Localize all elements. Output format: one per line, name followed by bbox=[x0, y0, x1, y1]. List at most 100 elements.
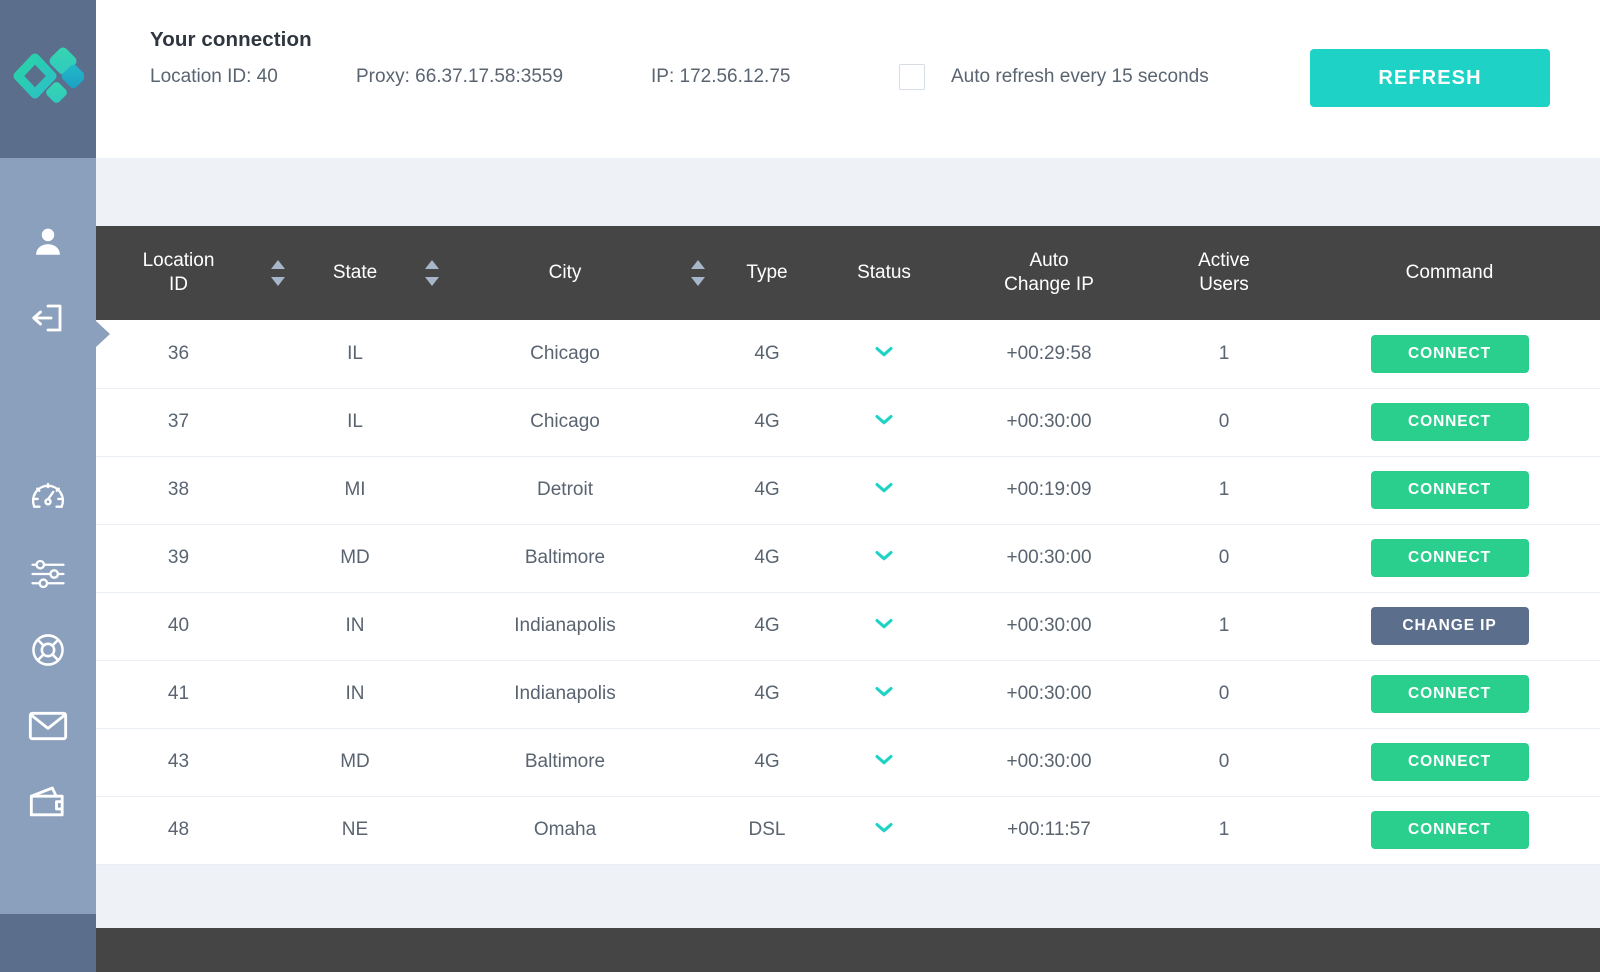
table-header: Location ID State City Type Status Auto … bbox=[96, 226, 1600, 320]
cell-location-id: 48 bbox=[96, 796, 261, 865]
cell-status bbox=[819, 388, 949, 457]
cell-type: 4G bbox=[715, 728, 819, 797]
cell-city: Indianapolis bbox=[449, 660, 681, 729]
connect-button[interactable]: CONNECT bbox=[1370, 471, 1529, 509]
sidebar-footer bbox=[0, 914, 96, 972]
proxy-value: Proxy: 66.37.17.58:3559 bbox=[356, 66, 564, 87]
cell-type: 4G bbox=[715, 388, 819, 457]
cell-state: MD bbox=[295, 524, 415, 593]
column-header-status[interactable]: Status bbox=[819, 226, 949, 320]
column-header-auto-change-ip[interactable]: Auto Change IP bbox=[949, 226, 1149, 320]
cell-status bbox=[819, 456, 949, 525]
cell-status bbox=[819, 320, 949, 389]
table-top-spacer bbox=[96, 158, 1600, 226]
cell-command: CONNECT bbox=[1299, 456, 1600, 525]
connect-button[interactable]: CONNECT bbox=[1370, 403, 1529, 441]
table-row[interactable]: 38 MI Detroit 4G +00:19:09 1 CONNECT bbox=[96, 456, 1600, 525]
sort-control-city[interactable] bbox=[681, 226, 715, 320]
cell-city: Baltimore bbox=[449, 728, 681, 797]
cell-spacer bbox=[415, 796, 449, 865]
column-header-state[interactable]: State bbox=[295, 226, 415, 320]
cell-spacer bbox=[681, 592, 715, 661]
cell-status bbox=[819, 524, 949, 593]
sort-asc-icon[interactable] bbox=[425, 260, 439, 269]
table-row[interactable]: 39 MD Baltimore 4G +00:30:00 0 CONNECT bbox=[96, 524, 1600, 593]
sort-control-location-id[interactable] bbox=[261, 226, 295, 320]
sort-desc-icon[interactable] bbox=[271, 277, 285, 286]
status-check-icon bbox=[875, 754, 893, 765]
table-row[interactable]: 40 IN Indianapolis 4G +00:30:00 1 CHANGE IP bbox=[96, 592, 1600, 661]
change-ip-button[interactable]: CHANGE IP bbox=[1370, 607, 1529, 645]
auto-refresh-group: Auto refresh every 15 seconds bbox=[899, 64, 1209, 90]
cell-command: CONNECT bbox=[1299, 524, 1600, 593]
cell-command: CONNECT bbox=[1299, 796, 1600, 865]
connect-button[interactable]: CONNECT bbox=[1370, 743, 1529, 781]
column-header-city[interactable]: City bbox=[449, 226, 681, 320]
column-header-active-users[interactable]: Active Users bbox=[1149, 226, 1299, 320]
sort-control-state[interactable] bbox=[415, 226, 449, 320]
cell-spacer bbox=[415, 524, 449, 593]
cell-spacer bbox=[415, 388, 449, 457]
locations-table: Location ID State City Type Status Auto … bbox=[96, 226, 1600, 865]
app-root: Your connection Location ID: 40 Proxy: 6… bbox=[0, 0, 1600, 972]
footer-bar bbox=[96, 928, 1600, 972]
refresh-button[interactable]: REFRESH bbox=[1310, 49, 1550, 107]
cell-spacer bbox=[261, 388, 295, 457]
sort-desc-icon[interactable] bbox=[691, 277, 705, 286]
connect-button[interactable]: CONNECT bbox=[1370, 539, 1529, 577]
cell-spacer bbox=[681, 456, 715, 525]
cell-city: Detroit bbox=[449, 456, 681, 525]
cell-auto-change-ip: +00:11:57 bbox=[949, 796, 1149, 865]
sidebar-item-logout[interactable] bbox=[0, 280, 96, 356]
cell-location-id: 43 bbox=[96, 728, 261, 797]
column-header-auto-line2: Change IP bbox=[1004, 274, 1094, 295]
cell-spacer bbox=[415, 660, 449, 729]
sort-arrows-location-id[interactable] bbox=[261, 260, 295, 286]
main-content: Your connection Location ID: 40 Proxy: 6… bbox=[96, 0, 1600, 972]
cell-status bbox=[819, 728, 949, 797]
sort-arrows-state[interactable] bbox=[415, 260, 449, 286]
sidebar-item-account[interactable] bbox=[0, 204, 96, 280]
logout-icon bbox=[32, 304, 62, 332]
sidebar-group-secondary bbox=[0, 460, 96, 840]
column-header-location-id[interactable]: Location ID bbox=[96, 226, 261, 320]
connect-button[interactable]: CONNECT bbox=[1370, 811, 1529, 849]
table-row[interactable]: 48 NE Omaha DSL +00:11:57 1 CONNECT bbox=[96, 796, 1600, 865]
auto-refresh-checkbox[interactable] bbox=[899, 64, 925, 90]
sort-asc-icon[interactable] bbox=[691, 260, 705, 269]
connect-button[interactable]: CONNECT bbox=[1370, 334, 1529, 373]
cell-spacer bbox=[261, 796, 295, 865]
connection-header: Your connection Location ID: 40 Proxy: 6… bbox=[96, 0, 1600, 158]
sidebar-item-billing[interactable] bbox=[0, 764, 96, 840]
cell-state: MD bbox=[295, 728, 415, 797]
table-row[interactable]: 41 IN Indianapolis 4G +00:30:00 0 CONNECT bbox=[96, 660, 1600, 729]
cell-location-id: 39 bbox=[96, 524, 261, 593]
table-row[interactable]: 37 IL Chicago 4G +00:30:00 0 CONNECT bbox=[96, 388, 1600, 457]
cell-active-users: 0 bbox=[1149, 388, 1299, 457]
logo-container[interactable] bbox=[0, 0, 96, 158]
column-header-location-id-line2: ID bbox=[169, 274, 188, 295]
cell-active-users: 1 bbox=[1149, 796, 1299, 865]
sort-asc-icon[interactable] bbox=[271, 260, 285, 269]
sidebar-item-dashboard[interactable] bbox=[0, 460, 96, 536]
connect-button[interactable]: CONNECT bbox=[1370, 675, 1529, 713]
auto-refresh-label: Auto refresh every 15 seconds bbox=[951, 66, 1209, 87]
sidebar-item-support[interactable] bbox=[0, 612, 96, 688]
cell-active-users: 1 bbox=[1149, 592, 1299, 661]
status-check-icon bbox=[875, 618, 893, 629]
table-row[interactable]: 43 MD Baltimore 4G +00:30:00 0 CONNECT bbox=[96, 728, 1600, 797]
sidebar-item-settings[interactable] bbox=[0, 536, 96, 612]
cell-command: CHANGE IP bbox=[1299, 592, 1600, 661]
cell-spacer bbox=[681, 796, 715, 865]
sidebar-item-mail[interactable] bbox=[0, 688, 96, 764]
table-row[interactable]: 36 IL Chicago 4G +00:29:58 1 CONNECT bbox=[96, 320, 1600, 389]
column-header-location-id-line1: Location bbox=[142, 250, 215, 272]
column-header-command[interactable]: Command bbox=[1299, 226, 1600, 320]
cell-spacer bbox=[261, 592, 295, 661]
cell-location-id: 38 bbox=[96, 456, 261, 525]
sort-arrows-city[interactable] bbox=[681, 260, 715, 286]
cell-location-id: 37 bbox=[96, 388, 261, 457]
sort-desc-icon[interactable] bbox=[425, 277, 439, 286]
ip-value: IP: 172.56.12.75 bbox=[651, 66, 791, 87]
column-header-type[interactable]: Type bbox=[715, 226, 819, 320]
